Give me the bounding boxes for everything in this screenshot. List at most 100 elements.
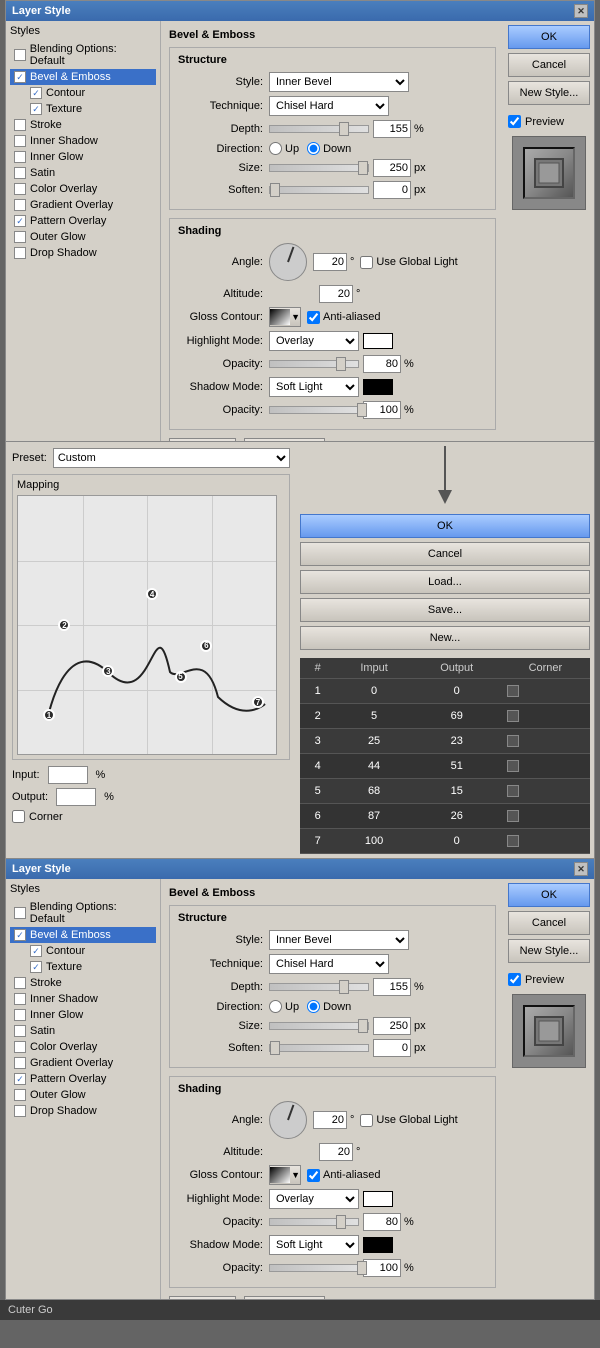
sidebar-1-item-9[interactable]: Gradient Overlay [10,197,156,213]
angle-dial[interactable] [269,243,307,281]
sidebar-1-item-2[interactable]: Contour [10,85,156,101]
highlight-mode-dropdown-2[interactable]: Overlay [269,1189,359,1209]
curve-canvas[interactable]: 1 2 3 4 5 6 7 [17,495,277,755]
gloss-contour-btn-2[interactable]: ▼ [269,1165,301,1185]
curve-point-5[interactable]: 5 [175,671,187,683]
use-global-light-check-2[interactable] [360,1114,373,1127]
curve-point-1[interactable]: 1 [43,709,55,721]
sidebar-2-check-5[interactable] [14,993,26,1005]
table-cell-corner[interactable] [501,754,590,779]
curve-new-btn[interactable]: New... [300,626,590,650]
sidebar-1-item-8[interactable]: Color Overlay [10,181,156,197]
sidebar-2-item-1[interactable]: Bevel & Emboss [10,927,156,943]
size-thumb[interactable] [358,161,368,175]
sidebar-2-check-10[interactable] [14,1073,26,1085]
preset-dropdown[interactable]: Custom [53,448,290,468]
sidebar-2-check-3[interactable] [30,961,42,973]
curve-point-3[interactable]: 3 [102,665,114,677]
highlight-opacity-thumb[interactable] [336,357,346,371]
sidebar-2-item-0[interactable]: Blending Options: Default [10,899,156,927]
make-default-btn-2[interactable]: Make Default [169,1296,236,1299]
table-corner-check[interactable] [507,760,519,772]
highlight-mode-dropdown[interactable]: Overlay [269,331,359,351]
soften-thumb[interactable] [270,183,280,197]
make-default-btn[interactable]: Make Default [169,438,236,441]
curve-save-btn[interactable]: Save... [300,598,590,622]
output-field[interactable] [56,788,96,806]
sidebar-1-check-3[interactable] [30,103,42,115]
curve-cancel-btn[interactable]: Cancel [300,542,590,566]
sidebar-2-item-7[interactable]: Satin [10,1023,156,1039]
use-global-light-option[interactable]: Use Global Light [360,256,457,269]
input-field[interactable] [48,766,88,784]
highlight-opacity-thumb-2[interactable] [336,1215,346,1229]
size-slider-2[interactable] [269,1022,369,1030]
shadow-opacity-input-2[interactable] [363,1259,401,1277]
sidebar-2-item-2[interactable]: Contour [10,943,156,959]
table-corner-check[interactable] [507,685,519,697]
sidebar-2-check-9[interactable] [14,1057,26,1069]
sidebar-2-item-10[interactable]: Pattern Overlay [10,1071,156,1087]
sidebar-2-item-3[interactable]: Texture [10,959,156,975]
sidebar-2-item-5[interactable]: Inner Shadow [10,991,156,1007]
shadow-opacity-slider-2[interactable] [269,1264,359,1272]
soften-slider-2[interactable] [269,1044,369,1052]
technique-dropdown-2[interactable]: Chisel Hard [269,954,389,974]
sidebar-2-check-8[interactable] [14,1041,26,1053]
sidebar-1-check-10[interactable] [14,215,26,227]
sidebar-1-check-0[interactable] [14,49,26,61]
direction-up-option[interactable]: Up [269,142,299,155]
use-global-light-check[interactable] [360,256,373,269]
sidebar-1-check-11[interactable] [14,231,26,243]
sidebar-2-check-12[interactable] [14,1105,26,1117]
altitude-input[interactable] [319,285,353,303]
soften-slider[interactable] [269,186,369,194]
style-dropdown[interactable]: Inner Bevel [269,72,409,92]
soften-thumb-2[interactable] [270,1041,280,1055]
ok-btn-2[interactable]: OK [508,883,590,907]
sidebar-2-item-9[interactable]: Gradient Overlay [10,1055,156,1071]
sidebar-2-check-2[interactable] [30,945,42,957]
size-thumb-2[interactable] [358,1019,368,1033]
sidebar-1-item-3[interactable]: Texture [10,101,156,117]
reset-to-default-btn-2[interactable]: Reset to Default [244,1296,325,1299]
size-input[interactable] [373,159,411,177]
shadow-opacity-input[interactable] [363,401,401,419]
table-corner-check[interactable] [507,785,519,797]
sidebar-2-item-11[interactable]: Outer Glow [10,1087,156,1103]
direction-up-radio-2[interactable] [269,1000,282,1013]
sidebar-1-check-7[interactable] [14,167,26,179]
angle-input-2[interactable] [313,1111,347,1129]
ok-btn-1[interactable]: OK [508,25,590,49]
reset-to-default-btn[interactable]: Reset to Default [244,438,325,441]
sidebar-2-check-0[interactable] [14,907,26,919]
sidebar-1-check-4[interactable] [14,119,26,131]
panel-2-close-btn[interactable]: ✕ [574,862,588,876]
sidebar-1-item-7[interactable]: Satin [10,165,156,181]
sidebar-2-check-7[interactable] [14,1025,26,1037]
shadow-color-swatch-2[interactable] [363,1237,393,1253]
sidebar-1-item-6[interactable]: Inner Glow [10,149,156,165]
highlight-opacity-input[interactable] [363,355,401,373]
sidebar-1-check-9[interactable] [14,199,26,211]
sidebar-2-item-4[interactable]: Stroke [10,975,156,991]
preview-checkbox-1[interactable] [508,115,521,128]
sidebar-1-item-10[interactable]: Pattern Overlay [10,213,156,229]
table-cell-corner[interactable] [501,829,590,854]
sidebar-1-item-5[interactable]: Inner Shadow [10,133,156,149]
use-global-light-option-2[interactable]: Use Global Light [360,1114,457,1127]
corner-check[interactable] [12,810,25,823]
new-style-btn-2[interactable]: New Style... [508,939,590,963]
depth-slider-2[interactable] [269,983,369,991]
table-cell-corner[interactable] [501,804,590,829]
curve-point-6[interactable]: 6 [200,640,212,652]
curve-ok-btn[interactable]: OK [300,514,590,538]
shadow-opacity-thumb-2[interactable] [357,1261,367,1275]
direction-up-option-2[interactable]: Up [269,1000,299,1013]
direction-down-radio-2[interactable] [307,1000,320,1013]
table-cell-corner[interactable] [501,704,590,729]
cancel-btn-1[interactable]: Cancel [508,53,590,77]
curve-point-2[interactable]: 2 [58,619,70,631]
angle-dial-2[interactable] [269,1101,307,1139]
altitude-input-2[interactable] [319,1143,353,1161]
